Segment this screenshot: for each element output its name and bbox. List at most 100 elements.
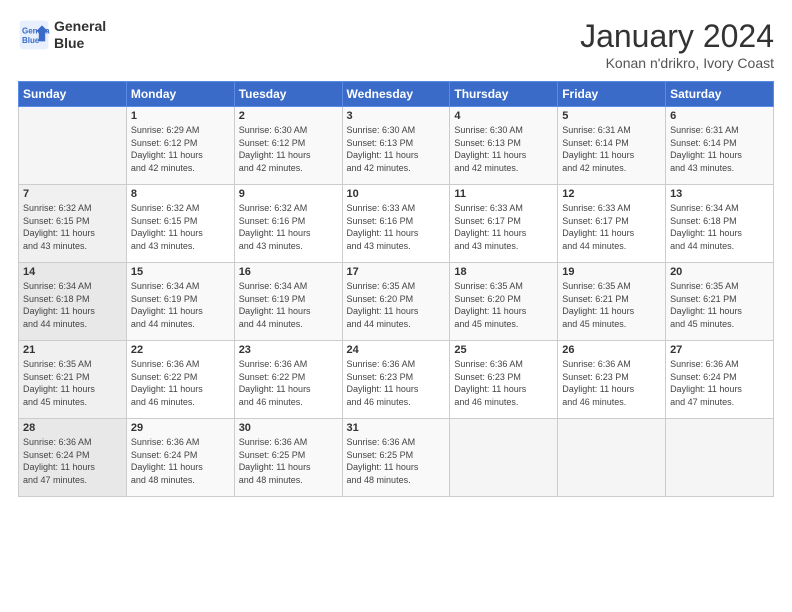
cell-w5-d5 [450, 419, 558, 497]
cell-w1-d2: 1 Sunrise: 6:29 AM Sunset: 6:12 PM Daylig… [126, 107, 234, 185]
day-number: 22 [131, 344, 230, 356]
day-number: 19 [562, 266, 661, 278]
day-info: Sunrise: 6:34 AM Sunset: 6:19 PM Dayligh… [131, 280, 230, 330]
day-info: Sunrise: 6:36 AM Sunset: 6:25 PM Dayligh… [239, 436, 338, 486]
cell-w4-d6: 26 Sunrise: 6:36 AM Sunset: 6:23 PM Dayli… [558, 341, 666, 419]
day-number: 4 [454, 110, 553, 122]
day-number: 21 [23, 344, 122, 356]
week-row-3: 14Sunrise: 6:34 AM Sunset: 6:18 PM Dayli… [19, 263, 774, 341]
cell-w2-d5: 11 Sunrise: 6:33 AM Sunset: 6:17 PM Dayli… [450, 185, 558, 263]
cell-w1-d5: 4 Sunrise: 6:30 AM Sunset: 6:13 PM Daylig… [450, 107, 558, 185]
cell-w5-d1: 28Sunrise: 6:36 AM Sunset: 6:24 PM Dayli… [19, 419, 127, 497]
day-info: Sunrise: 6:33 AM Sunset: 6:17 PM Dayligh… [562, 202, 661, 252]
day-info: Sunrise: 6:35 AM Sunset: 6:21 PM Dayligh… [670, 280, 769, 330]
day-info: Sunrise: 6:33 AM Sunset: 6:17 PM Dayligh… [454, 202, 553, 252]
cell-w4-d3: 23 Sunrise: 6:36 AM Sunset: 6:22 PM Dayli… [234, 341, 342, 419]
day-info: Sunrise: 6:30 AM Sunset: 6:13 PM Dayligh… [454, 124, 553, 174]
calendar-title: January 2024 [580, 18, 774, 55]
header-thursday: Thursday [450, 82, 558, 107]
logo: General Blue General Blue [18, 18, 106, 52]
day-info: Sunrise: 6:36 AM Sunset: 6:22 PM Dayligh… [131, 358, 230, 408]
header-sunday: Sunday [19, 82, 127, 107]
day-info: Sunrise: 6:36 AM Sunset: 6:23 PM Dayligh… [347, 358, 446, 408]
day-info: Sunrise: 6:36 AM Sunset: 6:24 PM Dayligh… [670, 358, 769, 408]
cell-w3-d5: 18Sunrise: 6:35 AM Sunset: 6:20 PM Dayli… [450, 263, 558, 341]
cell-w5-d4: 31 Sunrise: 6:36 AM Sunset: 6:25 PM Dayli… [342, 419, 450, 497]
day-number: 1 [131, 110, 230, 122]
cell-w3-d6: 19 Sunrise: 6:35 AM Sunset: 6:21 PM Dayli… [558, 263, 666, 341]
cell-w3-d1: 14Sunrise: 6:34 AM Sunset: 6:18 PM Dayli… [19, 263, 127, 341]
cell-w5-d3: 30 Sunrise: 6:36 AM Sunset: 6:25 PM Dayli… [234, 419, 342, 497]
day-info: Sunrise: 6:36 AM Sunset: 6:22 PM Dayligh… [239, 358, 338, 408]
cell-w1-d4: 3Sunrise: 6:30 AM Sunset: 6:13 PM Daylig… [342, 107, 450, 185]
day-number: 2 [239, 110, 338, 122]
day-number: 31 [347, 422, 446, 434]
day-info: Sunrise: 6:36 AM Sunset: 6:23 PM Dayligh… [454, 358, 553, 408]
day-number: 16 [239, 266, 338, 278]
week-row-1: 1 Sunrise: 6:29 AM Sunset: 6:12 PM Daylig… [19, 107, 774, 185]
cell-w4-d4: 24Sunrise: 6:36 AM Sunset: 6:23 PM Dayli… [342, 341, 450, 419]
cell-w3-d2: 15 Sunrise: 6:34 AM Sunset: 6:19 PM Dayli… [126, 263, 234, 341]
day-number: 10 [347, 188, 446, 200]
day-number: 7 [23, 188, 122, 200]
day-info: Sunrise: 6:29 AM Sunset: 6:12 PM Dayligh… [131, 124, 230, 174]
header-row: SundayMondayTuesdayWednesdayThursdayFrid… [19, 82, 774, 107]
day-info: Sunrise: 6:36 AM Sunset: 6:25 PM Dayligh… [347, 436, 446, 486]
day-info: Sunrise: 6:33 AM Sunset: 6:16 PM Dayligh… [347, 202, 446, 252]
cell-w2-d7: 13 Sunrise: 6:34 AM Sunset: 6:18 PM Dayli… [666, 185, 774, 263]
cell-w2-d6: 12 Sunrise: 6:33 AM Sunset: 6:17 PM Dayli… [558, 185, 666, 263]
day-number: 23 [239, 344, 338, 356]
header-monday: Monday [126, 82, 234, 107]
day-info: Sunrise: 6:36 AM Sunset: 6:23 PM Dayligh… [562, 358, 661, 408]
week-row-5: 28Sunrise: 6:36 AM Sunset: 6:24 PM Dayli… [19, 419, 774, 497]
day-number: 15 [131, 266, 230, 278]
day-info: Sunrise: 6:31 AM Sunset: 6:14 PM Dayligh… [562, 124, 661, 174]
day-number: 30 [239, 422, 338, 434]
header-saturday: Saturday [666, 82, 774, 107]
cell-w4-d5: 25 Sunrise: 6:36 AM Sunset: 6:23 PM Dayli… [450, 341, 558, 419]
day-info: Sunrise: 6:35 AM Sunset: 6:20 PM Dayligh… [347, 280, 446, 330]
day-info: Sunrise: 6:32 AM Sunset: 6:15 PM Dayligh… [131, 202, 230, 252]
header-friday: Friday [558, 82, 666, 107]
header: General Blue General Blue January 2024 K… [18, 18, 774, 71]
day-number: 25 [454, 344, 553, 356]
cell-w2-d4: 10 Sunrise: 6:33 AM Sunset: 6:16 PM Dayli… [342, 185, 450, 263]
logo-text-line1: General [54, 18, 106, 35]
cell-w1-d6: 5 Sunrise: 6:31 AM Sunset: 6:14 PM Daylig… [558, 107, 666, 185]
day-info: Sunrise: 6:32 AM Sunset: 6:16 PM Dayligh… [239, 202, 338, 252]
cell-w1-d3: 2 Sunrise: 6:30 AM Sunset: 6:12 PM Daylig… [234, 107, 342, 185]
day-number: 9 [239, 188, 338, 200]
day-info: Sunrise: 6:35 AM Sunset: 6:21 PM Dayligh… [562, 280, 661, 330]
day-number: 11 [454, 188, 553, 200]
day-number: 29 [131, 422, 230, 434]
day-info: Sunrise: 6:30 AM Sunset: 6:12 PM Dayligh… [239, 124, 338, 174]
cell-w2-d1: 7Sunrise: 6:32 AM Sunset: 6:15 PM Daylig… [19, 185, 127, 263]
day-number: 5 [562, 110, 661, 122]
calendar-body: 1 Sunrise: 6:29 AM Sunset: 6:12 PM Daylig… [19, 107, 774, 497]
calendar-page: General Blue General Blue January 2024 K… [0, 0, 792, 612]
day-number: 12 [562, 188, 661, 200]
calendar-subtitle: Konan n'drikro, Ivory Coast [580, 55, 774, 71]
cell-w5-d6 [558, 419, 666, 497]
day-info: Sunrise: 6:34 AM Sunset: 6:18 PM Dayligh… [670, 202, 769, 252]
day-number: 6 [670, 110, 769, 122]
day-number: 26 [562, 344, 661, 356]
calendar-header: SundayMondayTuesdayWednesdayThursdayFrid… [19, 82, 774, 107]
day-info: Sunrise: 6:35 AM Sunset: 6:21 PM Dayligh… [23, 358, 122, 408]
day-number: 27 [670, 344, 769, 356]
day-info: Sunrise: 6:36 AM Sunset: 6:24 PM Dayligh… [131, 436, 230, 486]
logo-text-line2: Blue [54, 35, 106, 52]
header-wednesday: Wednesday [342, 82, 450, 107]
calendar-table: SundayMondayTuesdayWednesdayThursdayFrid… [18, 81, 774, 497]
cell-w5-d7 [666, 419, 774, 497]
cell-w2-d3: 9 Sunrise: 6:32 AM Sunset: 6:16 PM Daylig… [234, 185, 342, 263]
day-info: Sunrise: 6:34 AM Sunset: 6:18 PM Dayligh… [23, 280, 122, 330]
day-number: 13 [670, 188, 769, 200]
cell-w1-d1 [19, 107, 127, 185]
cell-w4-d1: 21 Sunrise: 6:35 AM Sunset: 6:21 PM Dayli… [19, 341, 127, 419]
week-row-4: 21 Sunrise: 6:35 AM Sunset: 6:21 PM Dayli… [19, 341, 774, 419]
cell-w3-d3: 16 Sunrise: 6:34 AM Sunset: 6:19 PM Dayli… [234, 263, 342, 341]
day-number: 18 [454, 266, 553, 278]
day-info: Sunrise: 6:34 AM Sunset: 6:19 PM Dayligh… [239, 280, 338, 330]
day-number: 20 [670, 266, 769, 278]
